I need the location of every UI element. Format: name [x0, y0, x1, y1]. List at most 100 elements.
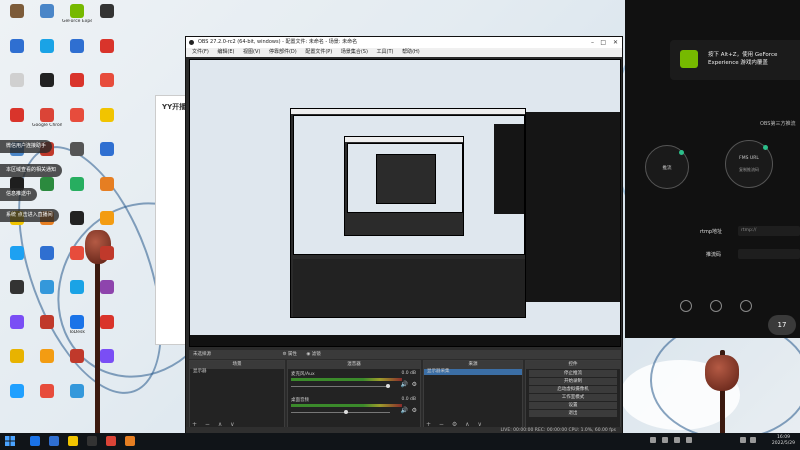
desktop-icon[interactable] [62, 211, 92, 241]
obs-title-bar[interactable]: OBS 27.2.0-rc2 (64-bit, windows) - 配置文件:… [186, 37, 622, 48]
desktop-icon[interactable] [62, 280, 92, 310]
menu-file[interactable]: 文件(F) [192, 49, 209, 55]
desktop-icon[interactable]: Google Chrome [32, 107, 62, 138]
desktop-icon[interactable] [92, 176, 122, 207]
count-badge[interactable]: 17 [768, 315, 796, 335]
desktop-icon[interactable] [32, 349, 62, 379]
taskbar-app-icon[interactable] [68, 436, 78, 446]
desktop-icon[interactable] [92, 73, 122, 103]
desktop-icon[interactable] [2, 38, 32, 69]
properties-button[interactable]: ⚙ 属性 [282, 352, 296, 357]
menu-scene-collection[interactable]: 场景集合(S) [341, 49, 368, 55]
desktop-icon[interactable] [92, 107, 122, 138]
desktop-icon[interactable] [2, 280, 32, 310]
notification-bubble[interactable]: 微信用户连接助手 [0, 140, 53, 153]
desktop-icon[interactable] [32, 4, 62, 34]
desktop-icon[interactable] [92, 349, 122, 379]
desktop-icon[interactable] [62, 107, 92, 138]
studio-mode-button[interactable]: 工作室模式 [529, 394, 617, 401]
taskbar-app-icon[interactable] [125, 436, 135, 446]
desktop-icon[interactable]: ToDesk [62, 314, 92, 345]
stop-streaming-button[interactable]: 停止推流 [529, 370, 617, 377]
rtmp-input[interactable]: rtmp:// [738, 226, 800, 236]
bottom-action-icon[interactable] [740, 300, 752, 312]
obs-window[interactable]: OBS 27.2.0-rc2 (64-bit, windows) - 配置文件:… [185, 36, 623, 436]
desktop-icon[interactable] [92, 38, 122, 69]
desktop-icon[interactable] [2, 245, 32, 276]
tray-icon[interactable] [662, 437, 668, 443]
desktop-icon[interactable] [92, 211, 122, 241]
notification-bubble[interactable]: 信息推送中 [0, 188, 38, 201]
menu-profile[interactable]: 配置文件(P) [305, 49, 332, 55]
tray-icon[interactable] [674, 437, 680, 443]
settings-button[interactable]: 设置 [529, 402, 617, 409]
volume-knob[interactable] [344, 410, 348, 414]
obs-preview[interactable] [189, 59, 621, 347]
windows-start-icon[interactable] [5, 436, 15, 446]
key-input[interactable] [738, 249, 800, 259]
desktop-icon[interactable] [2, 314, 32, 345]
bottom-action-icon[interactable] [680, 300, 692, 312]
gear-icon[interactable]: ⚙ [412, 407, 417, 414]
source-item[interactable]: 显示器采集 [424, 369, 522, 375]
desktop-icon[interactable] [62, 349, 92, 379]
scene-item[interactable]: 显示器 [190, 369, 284, 375]
fms-circle[interactable]: FMS URL 复制推流码 [725, 140, 773, 188]
volume-knob[interactable] [386, 384, 390, 388]
geforce-overlay-banner[interactable]: 按下 Alt+Z，使用 GeForce Experience 游戏内覆盖 [670, 40, 800, 80]
desktop-icon[interactable] [62, 176, 92, 207]
desktop-icon[interactable] [2, 383, 32, 414]
volume-icon[interactable] [750, 437, 756, 443]
taskbar-app-icon[interactable] [87, 436, 97, 446]
taskbar-clock[interactable]: 16:09 2022/5/29 [772, 435, 795, 447]
volume-slider[interactable] [291, 386, 390, 387]
maximize-icon[interactable]: □ [600, 37, 606, 48]
stream-circle[interactable]: 推流 [645, 145, 689, 189]
desktop-icon[interactable] [32, 73, 62, 103]
notification-bubble[interactable]: 本区域查看的相关通知 [0, 164, 63, 177]
menu-view[interactable]: 视图(V) [243, 49, 260, 55]
desktop-icon[interactable] [2, 4, 32, 34]
desktop-icon[interactable] [92, 4, 122, 34]
desktop-icon[interactable] [92, 245, 122, 276]
tray-icon[interactable] [650, 437, 656, 443]
notification-bubble[interactable]: 系统 点击进入直播间 [0, 209, 59, 222]
desktop-icon[interactable] [92, 314, 122, 345]
desktop-icon[interactable] [62, 245, 92, 276]
volume-slider[interactable] [291, 412, 390, 413]
desktop-icon[interactable] [62, 38, 92, 69]
speaker-icon[interactable]: 🔊 [401, 407, 408, 414]
menu-docks[interactable]: 停靠部件(D) [269, 49, 297, 55]
bottom-action-icon[interactable] [710, 300, 722, 312]
start-recording-button[interactable]: 开始录制 [529, 378, 617, 385]
desktop-icon[interactable] [2, 107, 32, 138]
desktop-icon[interactable]: GeForce Experience [62, 4, 92, 34]
close-icon[interactable]: ✕ [613, 37, 618, 48]
exit-button[interactable]: 退出 [529, 410, 617, 417]
desktop-icon[interactable] [2, 73, 32, 103]
taskbar-app-icon[interactable] [49, 436, 59, 446]
virtual-camera-button[interactable]: 启动虚拟摄像机 [529, 386, 617, 393]
speaker-icon[interactable]: 🔊 [401, 381, 408, 388]
gear-icon[interactable]: ⚙ [412, 381, 417, 388]
minimize-icon[interactable]: – [591, 37, 594, 48]
tray-icon[interactable] [686, 437, 692, 443]
desktop-icon[interactable] [32, 383, 62, 414]
desktop-icon[interactable] [32, 280, 62, 310]
desktop-icon[interactable] [32, 38, 62, 69]
taskbar-app-icon[interactable] [30, 436, 40, 446]
desktop-icon[interactable] [2, 349, 32, 379]
desktop-icon[interactable] [92, 280, 122, 310]
desktop-icon[interactable] [62, 142, 92, 172]
desktop-icon[interactable] [62, 73, 92, 103]
desktop-icon[interactable] [32, 314, 62, 345]
desktop-icon[interactable] [62, 383, 92, 414]
filters-button[interactable]: ◉ 滤镜 [306, 352, 320, 357]
desktop-icon[interactable] [92, 142, 122, 172]
network-icon[interactable] [740, 437, 746, 443]
desktop-icon[interactable] [32, 245, 62, 276]
menu-tools[interactable]: 工具(T) [377, 49, 394, 55]
menu-help[interactable]: 帮助(H) [402, 49, 420, 55]
taskbar-app-icon[interactable] [106, 436, 116, 446]
menu-edit[interactable]: 编辑(E) [217, 49, 234, 55]
